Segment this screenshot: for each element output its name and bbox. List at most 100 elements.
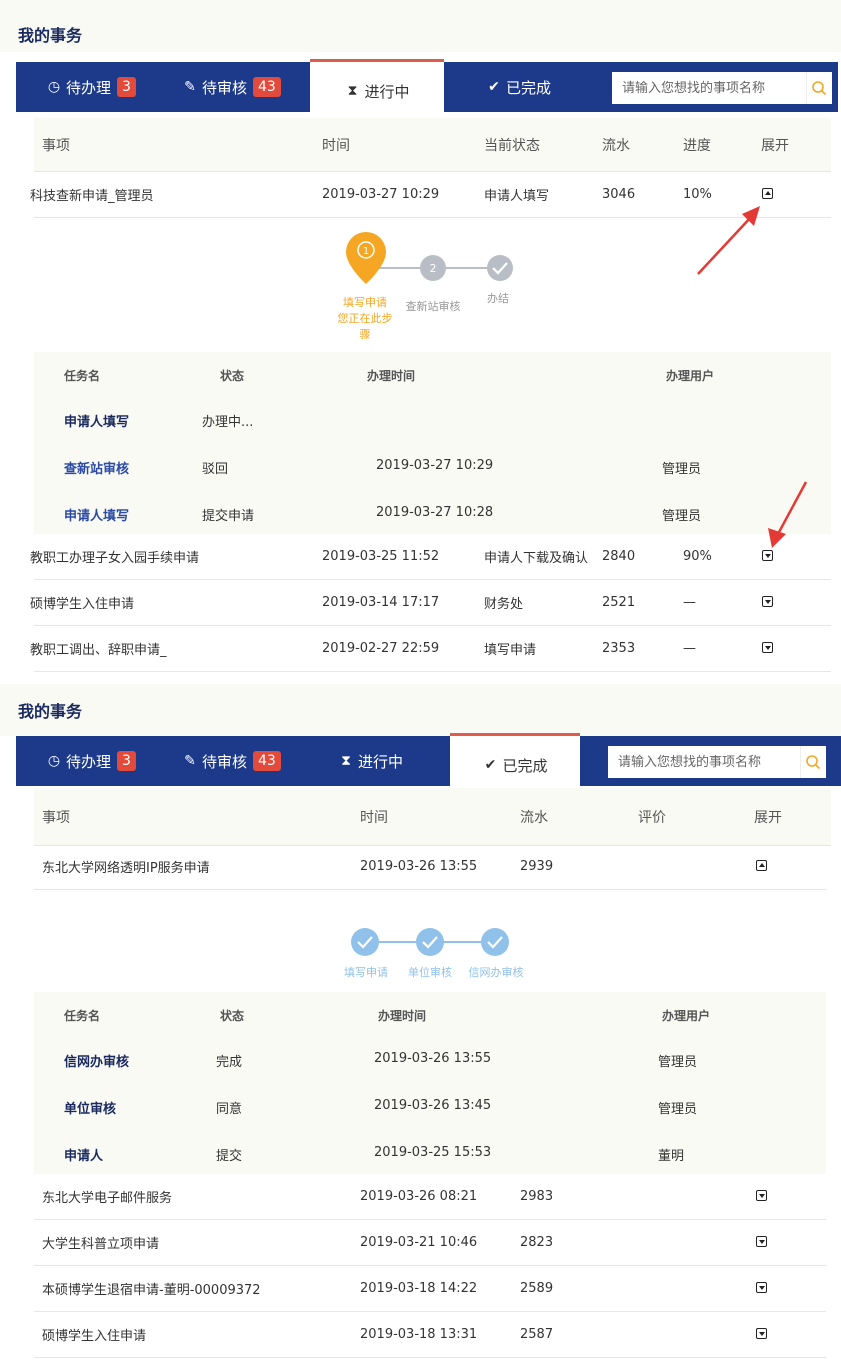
task-detail-table: 任务名 状态 办理时间 办理用户 信网办审核 完成 2019-03-26 13:… [34,992,826,1174]
search-button[interactable] [799,746,826,778]
task-name: 信网办审核 [64,1055,130,1070]
task-row: 申请人 提交 2019-03-25 15:53 董明 [34,1130,831,1176]
item-name: 教职工调出、辞职申请_ [30,643,167,658]
tab-pending[interactable]: ◷ 待办理 3 [46,736,136,786]
expand-button[interactable] [762,550,773,565]
search-box [612,72,832,104]
expand-icon [762,596,773,607]
table-row[interactable]: 大学生科普立项申请 2019-03-21 10:46 2823 [34,1220,826,1266]
count-badge: 3 [117,751,136,771]
annotation-arrow [768,481,808,548]
collapse-icon [756,860,767,871]
task-row: 单位审核 同意 2019-03-26 13:45 管理员 [34,1083,831,1129]
task-header: 任务名 状态 办理时间 办理用户 [34,352,831,398]
expand-button[interactable] [762,596,773,611]
column-header: 流水 [602,137,630,154]
expand-icon [756,1282,767,1293]
item-name: 东北大学网络透明IP服务申请 [42,861,210,876]
item-time: 2019-03-14 17:17 [322,595,440,610]
step-label-active: 填写申请 您正在此步 骤 [337,296,393,341]
table-row[interactable]: 硕博学生入住申请 2019-03-18 13:31 2587 [34,1312,826,1358]
step-label: 信网办审核 [468,966,524,979]
task-row: 申请人填写 办理中... [34,396,831,442]
table-row[interactable]: 本硕博学生退宿申请-董明-00009372 2019-03-18 14:22 2… [34,1266,826,1312]
item-serial: 2353 [602,641,636,656]
item-serial: 2983 [520,1189,554,1204]
item-name: 教职工办理子女入园手续申请 [30,551,200,566]
item-serial: 2521 [602,595,636,610]
table-row[interactable]: 东北大学网络透明IP服务申请 2019-03-26 13:55 2939 [34,844,826,890]
item-serial: 2587 [520,1327,554,1342]
item-time: 2019-02-27 22:59 [322,641,440,656]
tab-completed[interactable]: ✔ 已完成 [450,733,580,788]
expand-button[interactable] [756,1236,767,1251]
table-row[interactable]: 教职工办理子女入园手续申请 2019-03-25 11:52 申请人下载及确认 … [30,534,831,580]
column-header: 展开 [761,137,789,154]
task-time: 2019-03-25 15:53 [374,1145,492,1160]
item-serial: 2589 [520,1281,554,1296]
task-state: 同意 [216,1102,243,1117]
table-row[interactable]: 硕博学生入住申请 2019-03-14 17:17 财务处 2521 — [30,580,831,626]
item-serial: 2939 [520,859,554,874]
task-state: 完成 [216,1055,243,1070]
search-button[interactable] [805,72,832,104]
tab-completed[interactable]: ✔ 已完成 [486,62,551,112]
step-marker-done [351,928,379,956]
task-name: 单位审核 [64,1102,117,1117]
item-time: 2019-03-21 10:46 [360,1235,478,1250]
tab-label: 已完成 [502,756,548,775]
task-user: 管理员 [658,1102,698,1117]
task-name: 申请人填写 [64,509,130,524]
task-name: 查新站审核 [64,462,130,477]
tab-label: 进行中 [364,82,410,101]
item-serial: 2840 [602,549,636,564]
table-header: 事项 时间 当前状态 流水 进度 展开 [34,118,831,172]
column-header: 办理时间 [378,1009,427,1023]
tab-review[interactable]: ✎ 待审核 43 [182,62,281,112]
expand-icon [762,642,773,653]
tab-bar: ◷ 待办理 3 ✎ 待审核 43 ⧗ 进行中 ✔ 已完成 [16,733,841,788]
item-time: 2019-03-26 13:55 [360,859,478,874]
tab-review[interactable]: ✎ 待审核 43 [182,736,281,786]
task-time: 2019-03-27 10:28 [376,505,494,520]
item-status: 申请人填写 [484,189,550,204]
panel-completed: 我的事务 ◷ 待办理 3 ✎ 待审核 43 ⧗ 进行中 ✔ 已完成 事项 时间 [0,684,841,1370]
page-title: 我的事务 [18,26,83,45]
expand-button[interactable] [756,1328,767,1343]
expand-button[interactable] [756,1190,767,1205]
column-header: 评价 [638,809,666,826]
heading-band [0,0,841,52]
item-serial: 3046 [602,187,636,202]
heading-band [0,684,841,736]
tab-label: 已完成 [506,78,552,97]
tab-pending[interactable]: ◷ 待办理 3 [46,62,136,112]
column-header: 时间 [360,809,388,826]
task-user: 董明 [658,1149,685,1164]
tab-in-progress[interactable]: ⧗ 进行中 [338,736,403,786]
count-badge: 43 [253,751,281,771]
step-label: 单位审核 [408,966,452,979]
search-input[interactable] [612,72,806,104]
search-box [608,746,826,778]
collapse-button[interactable] [756,860,767,875]
step-flow [351,928,509,956]
tab-bar: ◷ 待办理 3 ✎ 待审核 43 ⧗ 进行中 ✔ 已完成 [16,59,838,114]
task-user: 管理员 [658,1055,698,1070]
step-label: 填写申请 [344,966,388,979]
step-number: 2 [430,262,437,275]
clock-icon: ◷ [47,79,61,95]
expand-icon [756,1236,767,1247]
column-header: 状态 [220,1009,245,1023]
expand-button[interactable] [756,1282,767,1297]
column-header: 办理用户 [662,1009,711,1023]
table-row[interactable]: 教职工调出、辞职申请_ 2019-02-27 22:59 填写申请 2353 — [30,626,831,672]
task-row: 申请人填写 提交申请 2019-03-27 10:28 管理员 [34,490,831,536]
table-row[interactable]: 东北大学电子邮件服务 2019-03-26 08:21 2983 [34,1174,826,1220]
step-flow: 1 2 [346,232,513,284]
column-header: 事项 [42,809,70,826]
column-header: 办理用户 [666,369,715,383]
hourglass-icon: ⧗ [347,83,358,99]
search-input[interactable] [608,746,800,778]
tab-in-progress[interactable]: ⧗ 进行中 [310,59,444,114]
expand-button[interactable] [762,642,773,657]
